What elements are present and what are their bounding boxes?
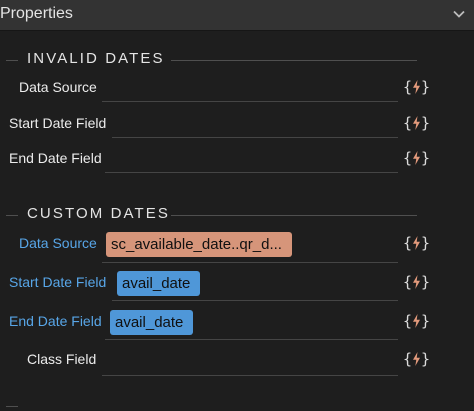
- section-title-custom-dates: CUSTOM DATES: [27, 205, 170, 222]
- field-label: Data Source: [19, 79, 97, 95]
- field-input-line[interactable]: [102, 375, 398, 376]
- lightning-binding-icon[interactable]: {}: [403, 273, 430, 291]
- field-label: Start Date Field: [9, 115, 107, 131]
- properties-header[interactable]: Properties: [0, 0, 474, 31]
- start-date-field-chip[interactable]: avail_date: [117, 271, 200, 296]
- field-input-line[interactable]: [105, 172, 398, 173]
- field-label: Data Source: [19, 235, 97, 251]
- lightning-binding-icon[interactable]: {}: [403, 350, 430, 368]
- lightning-binding-icon[interactable]: {}: [403, 78, 430, 96]
- lightning-binding-icon[interactable]: {}: [403, 114, 430, 132]
- lightning-binding-icon[interactable]: {}: [403, 234, 430, 252]
- field-input-line[interactable]: [102, 101, 398, 102]
- field-input-line[interactable]: [102, 262, 398, 263]
- field-input-line[interactable]: [112, 300, 398, 301]
- field-input-line[interactable]: [112, 137, 398, 138]
- data-source-chip[interactable]: sc_available_date..qr_d...: [106, 232, 292, 257]
- lightning-binding-icon[interactable]: {}: [403, 312, 430, 330]
- lightning-binding-icon[interactable]: {}: [403, 149, 430, 167]
- section-divider: [171, 60, 417, 61]
- field-label: Class Field: [27, 351, 97, 367]
- section-divider: [6, 60, 18, 61]
- properties-title: Properties: [0, 5, 73, 22]
- end-date-field-chip[interactable]: avail_date: [110, 310, 193, 335]
- field-label: End Date Field: [9, 150, 102, 166]
- section-divider: [6, 215, 18, 216]
- field-label: End Date Field: [9, 313, 102, 329]
- section-title-invalid-dates: INVALID DATES: [27, 50, 165, 67]
- chevron-down-icon[interactable]: [453, 8, 465, 20]
- field-input-line[interactable]: [105, 339, 398, 340]
- section-divider: [6, 406, 18, 407]
- field-label: Start Date Field: [9, 274, 107, 290]
- section-divider: [171, 215, 417, 216]
